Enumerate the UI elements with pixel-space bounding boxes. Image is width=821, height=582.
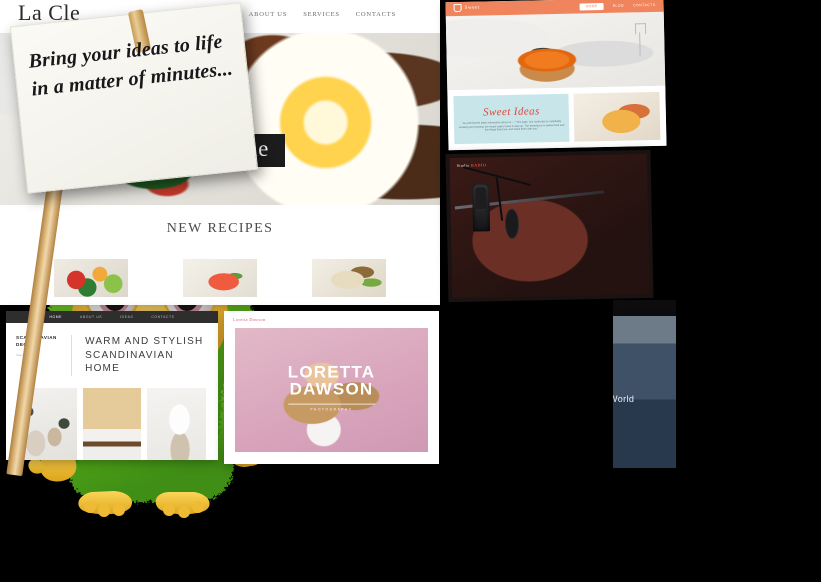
lacle-nav-about[interactable]: ABOUT US (249, 11, 288, 18)
scandi-nav-home[interactable]: HOME (49, 315, 62, 319)
podcast-photo: Studio RADIO (449, 153, 650, 299)
recipe-thumbnail[interactable] (183, 259, 257, 297)
scandi-image[interactable] (147, 387, 207, 460)
lacle-nav-contacts[interactable]: CONTACTS (356, 11, 396, 18)
loretta-logo[interactable]: Loretta Dawson (233, 317, 265, 322)
loretta-title-line2: DAWSON (289, 380, 374, 400)
protest-sign: Bring your ideas to life in a matter of … (0, 0, 262, 477)
scandi-image-grid (6, 376, 218, 460)
sweet-ideas-body: You will find the latest information abo… (459, 119, 565, 132)
loretta-hero-portrait: LORETTA DAWSON PHOTOGRAPHY (235, 328, 428, 452)
sign-board: Bring your ideas to life in a matter of … (9, 2, 259, 194)
sweet-logo-text: Sweet (464, 5, 480, 11)
scandi-nav-ideas[interactable]: IDEAS (120, 315, 133, 319)
loretta-subtitle: PHOTOGRAPHY (287, 403, 376, 412)
panel-loretta-dawson[interactable]: Loretta Dawson LORETTA DAWSON PHOTOGRAPH… (224, 311, 439, 464)
sweet-ideas-card: Sweet Ideas You will find the latest inf… (453, 93, 570, 145)
pop-filter-icon (504, 208, 520, 239)
sweet-nav-home[interactable]: HOME (579, 2, 604, 10)
sweet-hero-dessert-image (445, 11, 666, 91)
ocean-headline: World (613, 394, 635, 404)
panel-sweet-ideas[interactable]: Sweet HOME BLOG CONTACTS Sweet Ideas You… (445, 0, 667, 151)
scandi-headline-line2: SCANDINAVIAN HOME (85, 349, 174, 375)
sweet-nav-contacts[interactable]: CONTACTS (633, 3, 655, 7)
ocean-panel-topbar (613, 300, 676, 316)
sign-message: Bring your ideas to life in a matter of … (27, 30, 234, 101)
cupcake-icon (453, 3, 462, 13)
loretta-title-block: LORETTA DAWSON PHOTOGRAPHY (287, 362, 376, 412)
scandi-headline-line1: WARM AND STYLISH (85, 336, 204, 347)
scandi-headline: WARM AND STYLISH SCANDINAVIAN HOME (72, 335, 208, 376)
recipe-thumbnail[interactable] (54, 259, 128, 297)
sweet-nav[interactable]: HOME BLOG CONTACTS (579, 1, 656, 10)
microphone-icon (472, 183, 491, 232)
sweet-nav-blog[interactable]: BLOG (613, 4, 625, 8)
sweet-body: Sweet Ideas You will find the latest inf… (447, 85, 667, 151)
sweet-ideas-title: Sweet Ideas (482, 105, 540, 119)
sweet-logo[interactable]: Sweet (453, 3, 480, 13)
scandi-nav-contacts[interactable]: CONTACTS (151, 315, 174, 319)
recipe-thumbnail[interactable] (312, 259, 386, 297)
mic-boom-arm-vertical (495, 177, 504, 221)
scandi-nav-about[interactable]: ABOUT US (80, 315, 102, 319)
panel-ocean-site[interactable]: World (613, 316, 676, 468)
scandi-image[interactable] (82, 387, 142, 460)
podcast-logo: Studio RADIO (457, 162, 487, 168)
lacle-recipes-section: NEW RECIPES (0, 205, 440, 297)
lacle-nav-services[interactable]: SERVICES (303, 11, 340, 18)
sweet-side-image (573, 91, 661, 142)
composite-scene: La Cle FRENCH RESTAURANT HOME ABOUT US S… (0, 0, 821, 582)
fork-icon (638, 32, 641, 57)
loretta-title-line1: LORETTA (287, 362, 376, 382)
panel-podcast-studio[interactable]: Studio RADIO (445, 149, 654, 303)
lacle-recipes-title: NEW RECIPES (166, 221, 274, 236)
lacle-recipe-thumbnails (0, 259, 440, 297)
